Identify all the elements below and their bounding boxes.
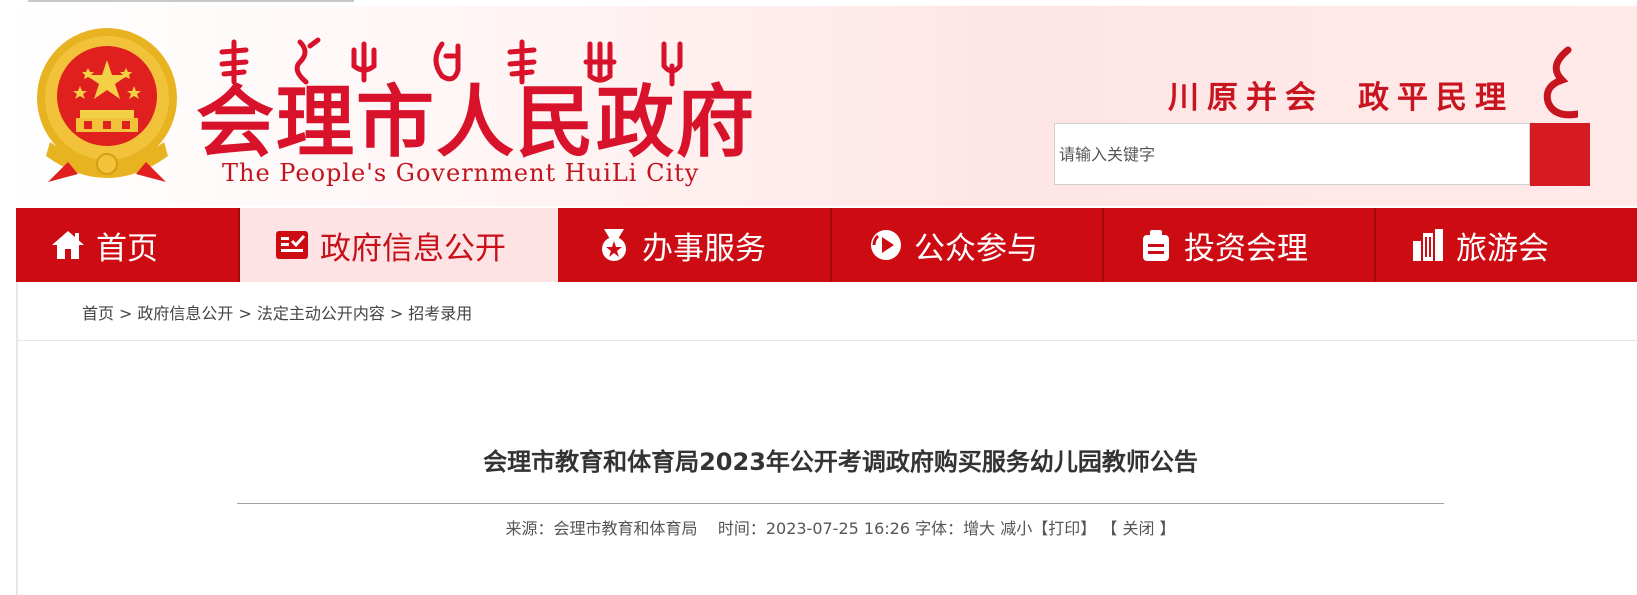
briefcase-icon (1138, 227, 1174, 263)
medal-icon (596, 227, 632, 263)
nav-item-label: 旅游会 (1456, 230, 1549, 267)
article-meta: 来源：会理市教育和体育局 时间：2023-07-25 16:26 字体：增大 减… (237, 515, 1444, 539)
title-divider (237, 503, 1444, 504)
breadcrumb-divider (18, 340, 1637, 341)
site-header: 会理市人民政府 The People's Government HuiLi Ci… (0, 6, 1637, 206)
nav-item-label: 首页 (96, 230, 158, 267)
slogan: 川原并会 政平民理 (1168, 72, 1514, 117)
font-larger-link[interactable]: 增大 (963, 519, 995, 538)
nav-item-home[interactable]: 首页 (16, 208, 240, 282)
nav-item-participation[interactable]: 公众参与 (832, 208, 1104, 282)
main-nav: 首页 政府信息公开 办事服务 公众参与 投资会理 旅游会 (16, 208, 1637, 282)
nav-item-services[interactable]: 办事服务 (558, 208, 832, 282)
breadcrumb-statutory[interactable]: 法定主动公开内容 (257, 304, 385, 323)
participation-icon (868, 227, 904, 263)
search-input[interactable] (1054, 123, 1530, 185)
search-button[interactable] (1530, 123, 1590, 186)
nav-item-investment[interactable]: 投资会理 (1104, 208, 1376, 282)
source-value: 会理市教育和体育局 (553, 519, 698, 538)
nav-item-tourism[interactable]: 旅游会 (1376, 208, 1637, 282)
breadcrumb: 首页 > 政府信息公开 > 法定主动公开内容 > 招考录用 (82, 304, 473, 323)
home-icon (50, 227, 86, 263)
info-disclosure-icon (274, 227, 310, 263)
font-label: 字体： (915, 519, 964, 538)
decorative-brush-icon (1543, 46, 1578, 119)
article-title: 会理市教育和体育局2023年公开考调政府购买服务幼儿园教师公告 (483, 448, 1198, 476)
slogan-part-2: 政平民理 (1358, 80, 1514, 116)
national-emblem-icon (37, 28, 177, 182)
site-title: 会理市人民政府 (196, 77, 757, 168)
content-left-border (16, 282, 18, 595)
close-link[interactable]: 【 关闭 】 (1101, 519, 1175, 538)
print-link[interactable]: 【打印】 (1032, 519, 1096, 538)
time-label: 时间： (717, 519, 766, 538)
font-smaller-link[interactable]: 减小 (1000, 519, 1032, 538)
buildings-icon (1410, 227, 1446, 263)
breadcrumb-gov-info[interactable]: 政府信息公开 (137, 304, 233, 323)
site-subtitle: The People's Government HuiLi City (222, 159, 700, 187)
time-value: 2023-07-25 16:26 (765, 519, 911, 538)
nav-item-label: 政府信息公开 (320, 230, 506, 267)
breadcrumb-recruitment[interactable]: 招考录用 (408, 304, 472, 323)
source-label: 来源： (505, 519, 554, 538)
breadcrumb-home[interactable]: 首页 (82, 304, 114, 323)
nav-item-label: 公众参与 (914, 230, 1038, 267)
slogan-part-1: 川原并会 (1168, 80, 1324, 116)
nav-item-label: 办事服务 (642, 230, 766, 267)
nav-item-label: 投资会理 (1184, 230, 1308, 267)
nav-item-gov-info[interactable]: 政府信息公开 (240, 208, 558, 282)
